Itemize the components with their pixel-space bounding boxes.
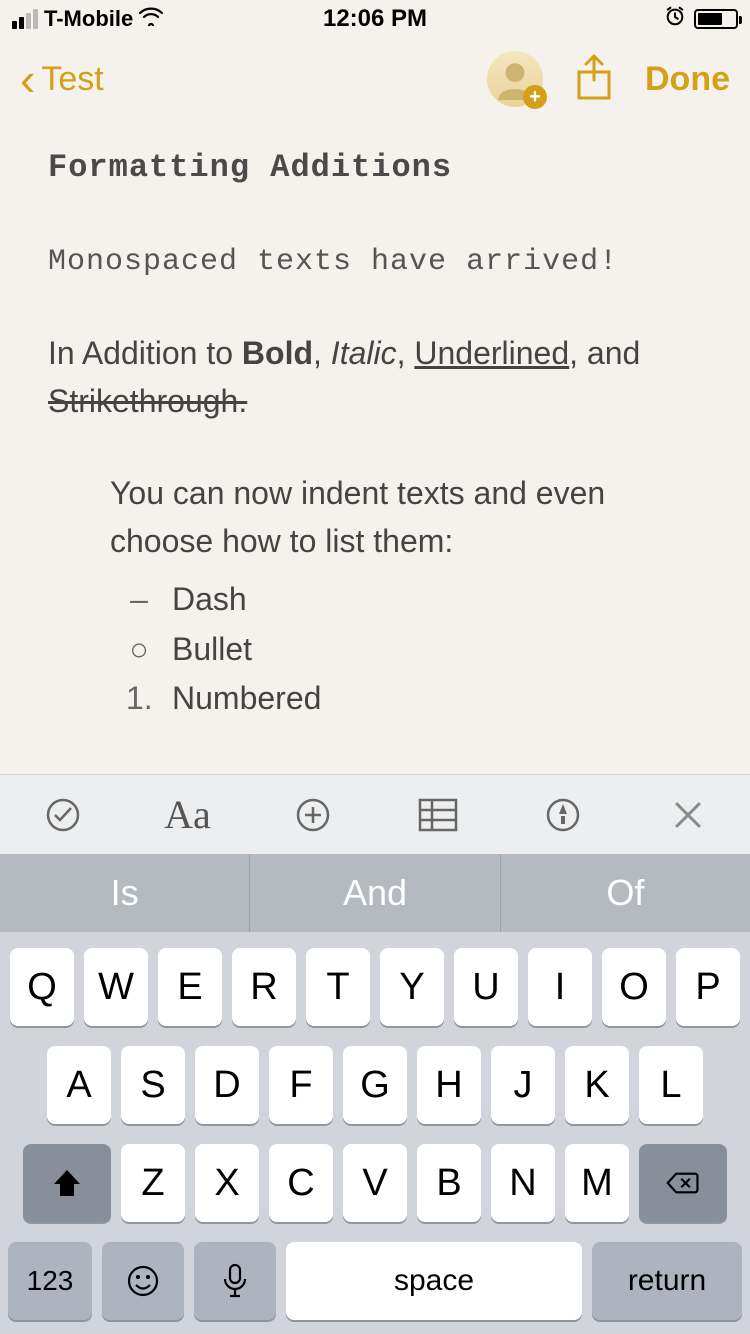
note-mono-line: Monospaced texts have arrived!	[48, 240, 702, 285]
suggestion-3[interactable]: Of	[501, 854, 750, 932]
key-j[interactable]: J	[491, 1046, 555, 1124]
number-marker-icon: 1.	[126, 674, 152, 724]
nav-bar: ‹ Test + Done	[0, 38, 750, 120]
dismiss-toolbar-button[interactable]	[658, 800, 718, 830]
alarm-icon	[664, 5, 686, 33]
status-left: T-Mobile	[12, 6, 254, 32]
keyboard-area: Aa Is And Of Q W E R T Y U I O P	[0, 774, 750, 1334]
status-bar: T-Mobile 12:06 PM	[0, 0, 750, 38]
return-key[interactable]: return	[592, 1242, 742, 1320]
key-r[interactable]: R	[232, 948, 296, 1026]
list-item: – Dash	[126, 575, 702, 625]
battery-icon	[694, 9, 738, 29]
key-f[interactable]: F	[269, 1046, 333, 1124]
suggestion-2[interactable]: And	[250, 854, 500, 932]
key-y[interactable]: Y	[380, 948, 444, 1026]
emoji-key[interactable]	[102, 1242, 184, 1320]
key-k[interactable]: K	[565, 1046, 629, 1124]
key-v[interactable]: V	[343, 1144, 407, 1222]
wifi-icon	[139, 6, 163, 32]
draw-button[interactable]	[533, 797, 593, 833]
keyboard-row-3: Z X C V B N M	[8, 1144, 742, 1222]
suggestion-bar: Is And Of	[0, 854, 750, 932]
microphone-icon	[222, 1263, 248, 1299]
add-people-button[interactable]: +	[487, 51, 543, 107]
dictation-key[interactable]	[194, 1242, 276, 1320]
text-style-button[interactable]: Aa	[158, 791, 218, 838]
bullet-marker-icon: ○	[126, 625, 152, 675]
add-attachment-button[interactable]	[283, 797, 343, 833]
done-button[interactable]: Done	[645, 60, 730, 99]
status-right	[496, 5, 738, 33]
key-d[interactable]: D	[195, 1046, 259, 1124]
note-indent-text: You can now indent texts and even choose…	[110, 469, 702, 565]
space-key[interactable]: space	[286, 1242, 582, 1320]
table-button[interactable]	[408, 798, 468, 832]
key-n[interactable]: N	[491, 1144, 555, 1222]
back-button[interactable]: ‹ Test	[20, 56, 104, 102]
shift-key[interactable]	[23, 1144, 111, 1222]
keyboard-row-2: A S D F G H J K L	[8, 1046, 742, 1124]
note-list: – Dash ○ Bullet 1. Numbered	[126, 575, 702, 724]
keyboard-row-4: 123 space return	[8, 1242, 742, 1320]
emoji-icon	[126, 1264, 160, 1298]
key-w[interactable]: W	[84, 948, 148, 1026]
key-l[interactable]: L	[639, 1046, 703, 1124]
back-label: Test	[41, 60, 103, 99]
key-m[interactable]: M	[565, 1144, 629, 1222]
key-g[interactable]: G	[343, 1046, 407, 1124]
key-i[interactable]: I	[528, 948, 592, 1026]
clock: 12:06 PM	[254, 5, 496, 33]
list-item: ○ Bullet	[126, 625, 702, 675]
dash-marker-icon: –	[126, 575, 152, 625]
key-c[interactable]: C	[269, 1144, 333, 1222]
note-title: Formatting Additions	[48, 144, 702, 192]
list-item: 1. Numbered	[126, 674, 702, 724]
key-p[interactable]: P	[676, 948, 740, 1026]
suggestion-1[interactable]: Is	[0, 854, 250, 932]
share-button[interactable]	[573, 52, 615, 107]
key-h[interactable]: H	[417, 1046, 481, 1124]
numbers-key[interactable]: 123	[8, 1242, 92, 1320]
key-z[interactable]: Z	[121, 1144, 185, 1222]
key-q[interactable]: Q	[10, 948, 74, 1026]
keyboard-row-1: Q W E R T Y U I O P	[8, 948, 742, 1026]
keyboard: Q W E R T Y U I O P A S D F G H J K L Z	[0, 932, 750, 1334]
key-u[interactable]: U	[454, 948, 518, 1026]
carrier-label: T-Mobile	[44, 6, 133, 32]
key-e[interactable]: E	[158, 948, 222, 1026]
key-s[interactable]: S	[121, 1046, 185, 1124]
key-o[interactable]: O	[602, 948, 666, 1026]
chevron-left-icon: ‹	[20, 56, 35, 102]
note-rich-line: In Addition to Bold, Italic, Underlined,…	[48, 329, 702, 425]
key-x[interactable]: X	[195, 1144, 259, 1222]
format-toolbar: Aa	[0, 774, 750, 854]
backspace-key[interactable]	[639, 1144, 727, 1222]
cellular-signal-icon	[12, 9, 38, 29]
key-t[interactable]: T	[306, 948, 370, 1026]
key-b[interactable]: B	[417, 1144, 481, 1222]
key-a[interactable]: A	[47, 1046, 111, 1124]
note-body[interactable]: Formatting Additions Monospaced texts ha…	[0, 120, 750, 724]
checklist-button[interactable]	[33, 797, 93, 833]
plus-icon: +	[523, 85, 547, 109]
